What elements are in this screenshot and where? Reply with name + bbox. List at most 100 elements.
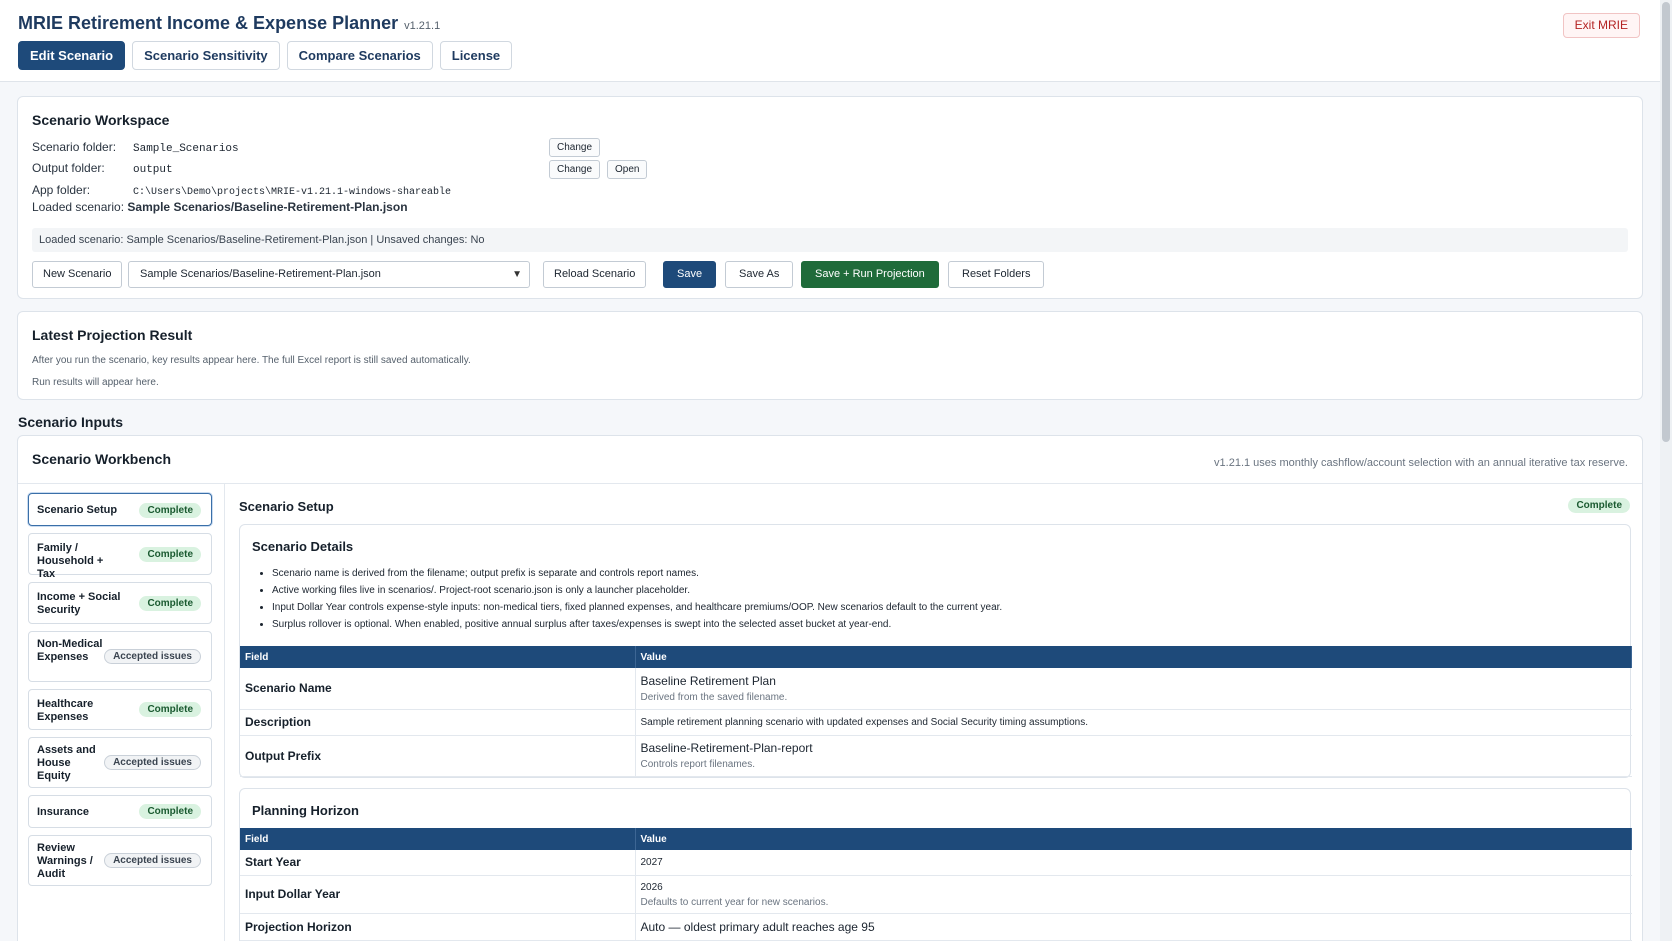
scenario-workbench-card: Scenario Workbench v1.21.1 uses monthly … [17,435,1643,941]
projection-placeholder: Run results will appear here. [32,377,159,388]
change-output-folder-button[interactable]: Change [549,160,601,179]
sidebar-item-label: Scenario Setup [37,504,118,516]
page-scrollbar[interactable] [1660,0,1672,941]
scenario-select-value: Sample Scenarios/Baseline-Retirement-Pla… [140,268,381,280]
sidebar-item-scenario-setup[interactable]: Scenario Setup Complete [28,493,212,526]
loaded-scenario-value: Sample Scenarios/Baseline-Retirement-Pla… [127,200,408,214]
app-title-text: MRIE Retirement Income & Expense Planner [18,13,399,33]
output-folder-row: Output folder: output [32,161,173,176]
projection-result-card: Latest Projection Result After you run t… [17,311,1643,400]
projection-title: Latest Projection Result [32,327,193,343]
open-output-folder-button[interactable]: Open [607,160,648,179]
field-label: Start Year [240,850,636,876]
table-row: Output Prefix Baseline-Retirement-Plan-r… [240,735,1632,777]
sidebar-item-insurance[interactable]: Insurance Complete [28,795,212,828]
tab-compare-scenarios[interactable]: Compare Scenarios [286,41,433,70]
main-tabs: Edit Scenario Scenario Sensitivity Compa… [18,41,513,70]
projection-horizon-field[interactable]: Auto — oldest primary adult reaches age … [635,913,1632,941]
field-hint: Controls report filenames. [640,759,756,770]
app-folder-label: App folder: [32,183,91,197]
field-hint: Defaults to current year for new scenari… [640,896,829,908]
sidebar-item-label: Insurance [37,806,89,818]
scenario-setup-panel: Scenario Setup Complete Scenario Details… [224,484,1644,941]
new-scenario-button[interactable]: New Scenario [32,261,123,288]
sidebar-item-assets-house-equity[interactable]: Assets and House Equity Accepted issues [28,737,212,788]
status-badge: Accepted issues [104,853,201,868]
list-item: Input Dollar Year controls expense-style… [272,599,1002,616]
start-year-field[interactable]: 2027 [635,850,1632,876]
input-dollar-year-field[interactable]: 2026 Defaults to current year for new sc… [635,875,1632,914]
save-button[interactable]: Save [663,261,717,288]
scenario-details-table: Field Value Scenario Name Baseline Retir… [240,646,1632,777]
list-item: Scenario name is derived from the filena… [272,565,1002,582]
save-run-projection-button[interactable]: Save + Run Projection [801,261,939,288]
save-as-button[interactable]: Save As [725,261,794,288]
scrollbar-thumb[interactable] [1662,2,1670,442]
input-dollar-year-value: 2026 [640,881,663,893]
sidebar-item-healthcare-expenses[interactable]: Healthcare Expenses Complete [28,689,212,730]
description-field[interactable]: Sample retirement planning scenario with… [635,709,1632,736]
app-folder-row: App folder: C:\Users\Demo\projects\MRIE-v… [32,183,451,198]
app-folder-value: C:\Users\Demo\projects\MRIE-v1.21.1-wind… [133,187,452,198]
sidebar-item-family-household-tax[interactable]: Family / Household + Tax Complete [28,533,212,580]
status-badge: Complete [139,804,201,819]
scenario-name-field[interactable]: Baseline Retirement Plan Derived from th… [635,668,1632,710]
scenario-details-title: Scenario Details [252,539,354,554]
chevron-down-icon: ▼ [512,269,522,280]
app-title: MRIE Retirement Income & Expense Planner… [18,13,440,34]
table-row: Start Year 2027 [240,850,1632,876]
table-row: Description Sample retirement planning s… [240,709,1632,736]
panel-status-badge: Complete [1568,498,1630,513]
sidebar-item-label: Healthcare Expenses [37,698,94,723]
workspace-title: Scenario Workspace [32,112,170,128]
reset-folders-button[interactable]: Reset Folders [948,261,1045,288]
scenario-workspace-card: Scenario Workspace Scenario folder: Sampl… [17,96,1643,299]
output-prefix-field[interactable]: Baseline-Retirement-Plan-report Controls… [635,735,1632,777]
column-header-value: Value [635,646,1632,668]
status-badge: Complete [139,503,201,518]
status-badge: Complete [139,547,201,562]
change-scenario-folder-button[interactable]: Change [549,138,601,157]
exit-button[interactable]: Exit MRIE [1562,13,1640,38]
workbench-note: v1.21.1 uses monthly cashflow/account se… [1214,457,1628,469]
description-value: Sample retirement planning scenario with… [640,717,1088,728]
projection-horizon-value: Auto — oldest primary adult reaches age … [640,919,875,934]
table-row: Projection Horizon Auto — oldest primary… [240,913,1632,941]
panel-title: Scenario Setup [239,499,334,514]
tab-scenario-sensitivity[interactable]: Scenario Sensitivity [132,41,280,70]
status-badge: Complete [139,702,201,717]
field-label: Scenario Name [240,668,636,710]
sidebar-item-label: Assets and House Equity [37,744,96,782]
sidebar-item-income-social-security[interactable]: Income + Social Security Complete [28,582,212,624]
field-label: Output Prefix [240,735,636,777]
sidebar-item-review-warnings-audit[interactable]: Review Warnings / Audit Accepted issues [28,835,212,886]
column-header-value: Value [635,828,1632,850]
list-item: Active working files live in scenarios/.… [272,582,1002,599]
app-header: MRIE Retirement Income & Expense Planner… [0,0,1660,82]
planning-horizon-title: Planning Horizon [252,803,359,818]
reload-scenario-button[interactable]: Reload Scenario [543,261,647,288]
scenario-details-card: Scenario Details Scenario name is derive… [239,524,1632,778]
sidebar-item-non-medical-expenses[interactable]: Non-Medical Expenses Accepted issues [28,631,212,682]
scenario-details-notes: Scenario name is derived from the filena… [272,565,1002,633]
loaded-scenario-row: Loaded scenario: Sample Scenarios/Baseli… [32,200,408,214]
output-folder-value: output [133,164,173,176]
scenario-select[interactable]: Sample Scenarios/Baseline-Retirement-Pla… [128,261,530,288]
sidebar-item-label: Non-Medical Expenses [37,638,103,663]
tab-edit-scenario[interactable]: Edit Scenario [18,41,126,70]
tab-license[interactable]: License [439,41,513,70]
table-row: Input Dollar Year 2026 Defaults to curre… [240,875,1632,914]
output-prefix-value: Baseline-Retirement-Plan-report [640,741,813,755]
table-row: Scenario Name Baseline Retirement Plan D… [240,668,1632,710]
planning-horizon-card: Planning Horizon Field Value Start Year … [239,788,1632,941]
projection-description: After you run the scenario, key results … [32,355,471,366]
scenario-folder-value: Sample_Scenarios [133,143,239,155]
loaded-scenario-label: Loaded scenario: [32,200,125,214]
scenario-name-value: Baseline Retirement Plan [640,673,776,688]
sidebar-item-label: Income + Social Security [37,591,121,616]
status-badge: Accepted issues [104,649,201,664]
workspace-status: Loaded scenario: Sample Scenarios/Baseli… [32,228,1628,252]
scenario-folder-label: Scenario folder: [32,140,117,154]
scenario-inputs-heading: Scenario Inputs [18,414,124,430]
status-badge: Accepted issues [104,755,201,770]
